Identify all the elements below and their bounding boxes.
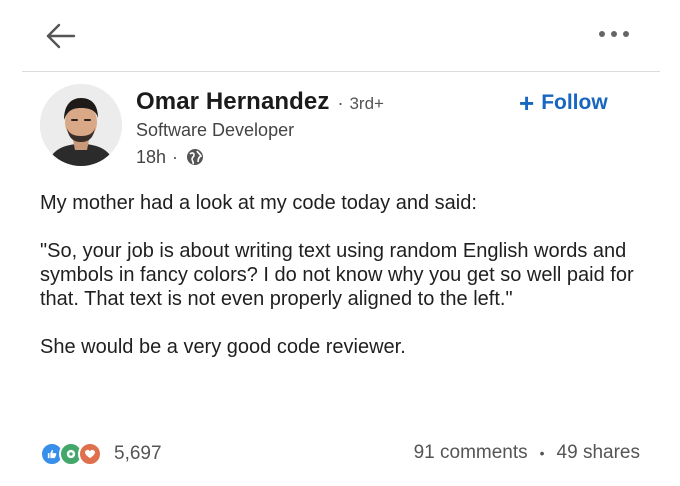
author-photo — [40, 84, 122, 166]
reaction-count: 5,697 — [114, 443, 162, 464]
post-header-bar — [0, 0, 680, 72]
follow-label: Follow — [541, 91, 608, 114]
post-text: My mother had a look at my code today an… — [40, 191, 660, 383]
stats-separator: • — [539, 445, 545, 461]
more-horizontal-icon — [599, 31, 629, 37]
header-divider — [22, 71, 660, 72]
reactions-summary[interactable]: 5,697 — [40, 442, 162, 466]
arrow-left-icon — [46, 23, 76, 49]
post-paragraph: My mother had a look at my code today an… — [40, 192, 477, 214]
post-paragraph: "So, your job is about writing text usin… — [40, 240, 634, 310]
post-paragraph: She would be a very good code reviewer. — [40, 336, 406, 358]
post-meta: 18h · — [136, 145, 204, 169]
more-options-button[interactable] — [595, 22, 635, 46]
author-headline: Software Developer — [136, 120, 295, 140]
back-button[interactable] — [42, 18, 78, 54]
follow-button[interactable]: + Follow — [519, 90, 608, 116]
name-separator: · — [337, 93, 344, 113]
globe-icon — [187, 149, 204, 165]
meta-separator: · — [172, 146, 179, 167]
shares-count[interactable]: 49 shares — [557, 442, 640, 464]
author-avatar[interactable] — [40, 84, 122, 166]
social-counts: 5,697 91 comments • 49 shares — [40, 442, 640, 468]
comments-count[interactable]: 91 comments — [414, 442, 528, 464]
love-icon — [78, 442, 102, 466]
plus-icon: + — [519, 88, 535, 118]
connection-degree: 3rd+ — [349, 94, 384, 113]
post-time: 18h — [136, 146, 167, 167]
author-name[interactable]: Omar Hernandez — [136, 88, 329, 116]
author-name-row: Omar Hernandez · 3rd+ — [136, 88, 384, 118]
reaction-icons — [40, 442, 106, 466]
engagement-stats: 91 comments • 49 shares — [414, 442, 640, 464]
